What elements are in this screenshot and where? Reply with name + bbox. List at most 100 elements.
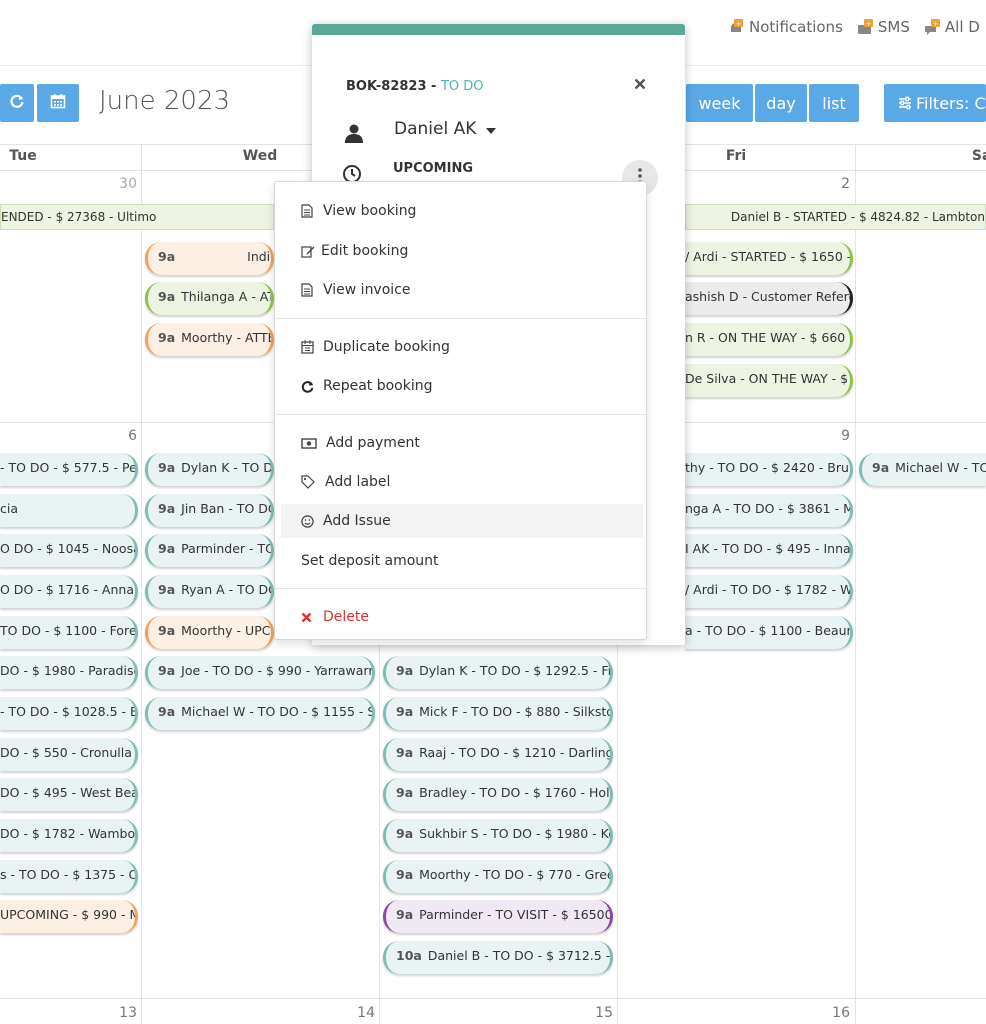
event-wed-w1-2[interactable]: 9a Moorthy - ATTEN [145,323,274,356]
menu-item-view-invoice[interactable]: View invoice [281,273,643,307]
close-button[interactable] [634,75,646,94]
event-tue-w2-0[interactable]: - TO DO - $ 577.5 - Pen [0,453,138,486]
tag-icon [301,475,325,489]
top-nav: + Notifications + SMS + All D [728,18,980,36]
all-link[interactable]: + All D [924,18,980,36]
event-tue-w2-3[interactable]: O DO - $ 1716 - Annar [0,575,138,608]
event-wed-w2-5[interactable]: 9a Joe - TO DO - $ 990 - Yarrawarrah [145,656,375,689]
grid-week2-bottom [0,998,986,999]
event-tue-w2-4[interactable]: TO DO - $ 1100 - Fores [0,616,138,649]
event-label: O DO - $ 1716 - Annar [0,582,138,597]
filters-button[interactable]: Filters: Cu [884,84,986,122]
event-label: DO - $ 495 - West Beacl [0,785,138,800]
event-thu-w2-1[interactable]: 9a Mick F - TO DO - $ 880 - Silkstone [383,697,613,730]
span-event-left[interactable]: ENDED - $ 27368 - Ultimo [0,204,274,230]
event-fri-w2-3[interactable]: / Ardi - TO DO - $ 1782 - W [685,575,853,608]
booking-header-separator: - [426,79,441,94]
event-wed-w2-0[interactable]: 9a Dylan K - TO DO - [145,453,274,486]
event-label: Moorthy - TO DO - $ 770 - Green: [419,867,613,882]
edit-icon [301,244,321,258]
menu-item-duplicate-booking[interactable]: Duplicate booking [281,330,643,364]
refresh-button[interactable] [0,84,34,122]
menu-item-edit-booking[interactable]: Edit booking [281,234,643,268]
event-fri-w2-0[interactable]: thy - TO DO - $ 2420 - Bruns [685,453,853,486]
day-13[interactable]: 13 [60,1005,137,1021]
event-fri-w1-1[interactable]: ashish D - Customer Refere [685,282,853,315]
event-label: DO - $ 1980 - Paradise [0,663,138,678]
notifications-link[interactable]: + Notifications [728,18,843,36]
event-wed-w2-6[interactable]: 9a Michael W - TO DO - $ 1155 - She [145,697,375,730]
menu-item-add-issue[interactable]: Add Issue [281,504,643,538]
event-fri-w1-3[interactable]: De Silva - ON THE WAY - $ 1 [685,364,853,397]
assignee-dropdown[interactable]: Daniel AK [394,119,496,139]
event-label: / Ardi - TO DO - $ 1782 - W [685,582,853,597]
event-fri-w1-2[interactable]: n R - ON THE WAY - $ 660 - I [685,323,853,356]
menu-item-repeat-booking[interactable]: Repeat booking [281,369,643,403]
event-fri-w1-0[interactable]: / Ardi - STARTED - $ 1650 - [685,242,853,275]
date-picker-button[interactable] [37,84,79,122]
event-tue-w2-6[interactable]: - TO DO - $ 1028.5 - B [0,697,138,730]
event-tue-w2-10[interactable]: s - TO DO - $ 1375 - Cc [0,860,138,893]
menu-divider [275,588,646,589]
event-thu-w2-2[interactable]: 9a Raaj - TO DO - $ 1210 - Darling Pc [383,738,613,771]
event-thu-w2-7[interactable]: 10a Daniel B - TO DO - $ 3712.5 - Syc [383,941,613,974]
event-tue-w2-2[interactable]: O DO - $ 1045 - Noosa [0,534,138,567]
list-view-button[interactable]: list [809,84,859,122]
event-label: Indie [247,249,271,264]
event-tue-w2-8[interactable]: DO - $ 495 - West Beacl [0,778,138,811]
day-view-button[interactable]: day [755,84,807,122]
day-30[interactable]: 30 [60,176,137,192]
event-label: I AK - TO DO - $ 495 - Innal [685,541,853,556]
event-tue-w2-11[interactable]: UPCOMING - $ 990 - M [0,900,138,933]
menu-item-view-booking[interactable]: View booking [281,194,643,228]
event-wed-w2-4[interactable]: 9a Moorthy - UPCON [145,616,274,649]
event-label: cia [0,501,19,516]
event-fri-w2-2[interactable]: I AK - TO DO - $ 495 - Innal [685,534,853,567]
event-fri-w2-1[interactable]: nga A - TO DO - $ 3861 - Mo [685,494,853,527]
day-16[interactable]: 16 [770,1005,850,1021]
event-wed-w2-1[interactable]: 9a Jin Ban - TO DO - [145,494,274,527]
menu-item-delete[interactable]: Delete [281,600,643,634]
event-time: 9a [158,663,176,678]
event-wed-w2-3[interactable]: 9a Ryan A - TO DO - [145,575,274,608]
event-thu-w2-6[interactable]: 9a Parminder - TO VISIT - $ 16500 - I [383,900,613,933]
event-wed-w2-2[interactable]: 9a Parminder - TO D [145,534,274,567]
day-2[interactable]: 2 [770,176,850,192]
svg-text:+: + [736,20,742,28]
day-6[interactable]: 6 [60,428,137,444]
day-9[interactable]: 9 [770,428,850,444]
event-thu-w2-3[interactable]: 9a Bradley - TO DO - $ 1760 - Hollov [383,778,613,811]
event-tue-w2-9[interactable]: DO - $ 1782 - Wamboir [0,819,138,852]
event-thu-w2-5[interactable]: 9a Moorthy - TO DO - $ 770 - Green: [383,860,613,893]
event-tue-w2-7[interactable]: DO - $ 550 - Cronulla [0,738,138,771]
event-thu-w2-0[interactable]: 9a Dylan K - TO DO - $ 1292.5 - Fig T [383,656,613,689]
event-sat-w2-0[interactable]: 9a Michael W - TO D [859,453,986,486]
event-label: n R - ON THE WAY - $ 660 - I [685,330,853,345]
menu-item-add-payment[interactable]: Add payment [281,426,643,460]
event-time: 9a [396,704,414,719]
event-wed-w1-0[interactable]: 9a Indie [145,242,274,275]
sms-label: SMS [877,18,910,36]
event-wed-w1-1[interactable]: 9a Thilanga A - ATTE [145,282,274,315]
menu-item-label: Add Issue [323,513,391,529]
event-time: 9a [158,501,176,516]
menu-item-add-label[interactable]: Add label [281,465,643,499]
event-label: Daniel B - STARTED - $ 4824.82 - Lambton [730,210,985,224]
day-14[interactable]: 14 [300,1005,375,1021]
refresh-icon [9,93,25,113]
event-fri-w2-4[interactable]: a - TO DO - $ 1100 - Beaum [685,616,853,649]
repeat-icon [301,380,323,393]
close-icon [634,75,646,94]
span-event-right[interactable]: Daniel B - STARTED - $ 4824.82 - Lambton [685,204,986,230]
event-time: 9a [158,249,176,264]
event-tue-w2-5[interactable]: DO - $ 1980 - Paradise [0,656,138,689]
event-label: Joe - TO DO - $ 990 - Yarrawarrah [181,663,375,678]
event-label: DO - $ 550 - Cronulla [0,745,132,760]
week-view-button[interactable]: week [686,84,753,122]
caret-down-icon [485,119,496,139]
day-15[interactable]: 15 [540,1005,613,1021]
sms-link[interactable]: + SMS [857,18,910,36]
menu-item-set-deposit[interactable]: Set deposit amount [281,544,643,578]
event-thu-w2-4[interactable]: 9a Sukhbir S - TO DO - $ 1980 - Kens [383,819,613,852]
event-tue-w2-1[interactable]: cia [0,494,138,527]
